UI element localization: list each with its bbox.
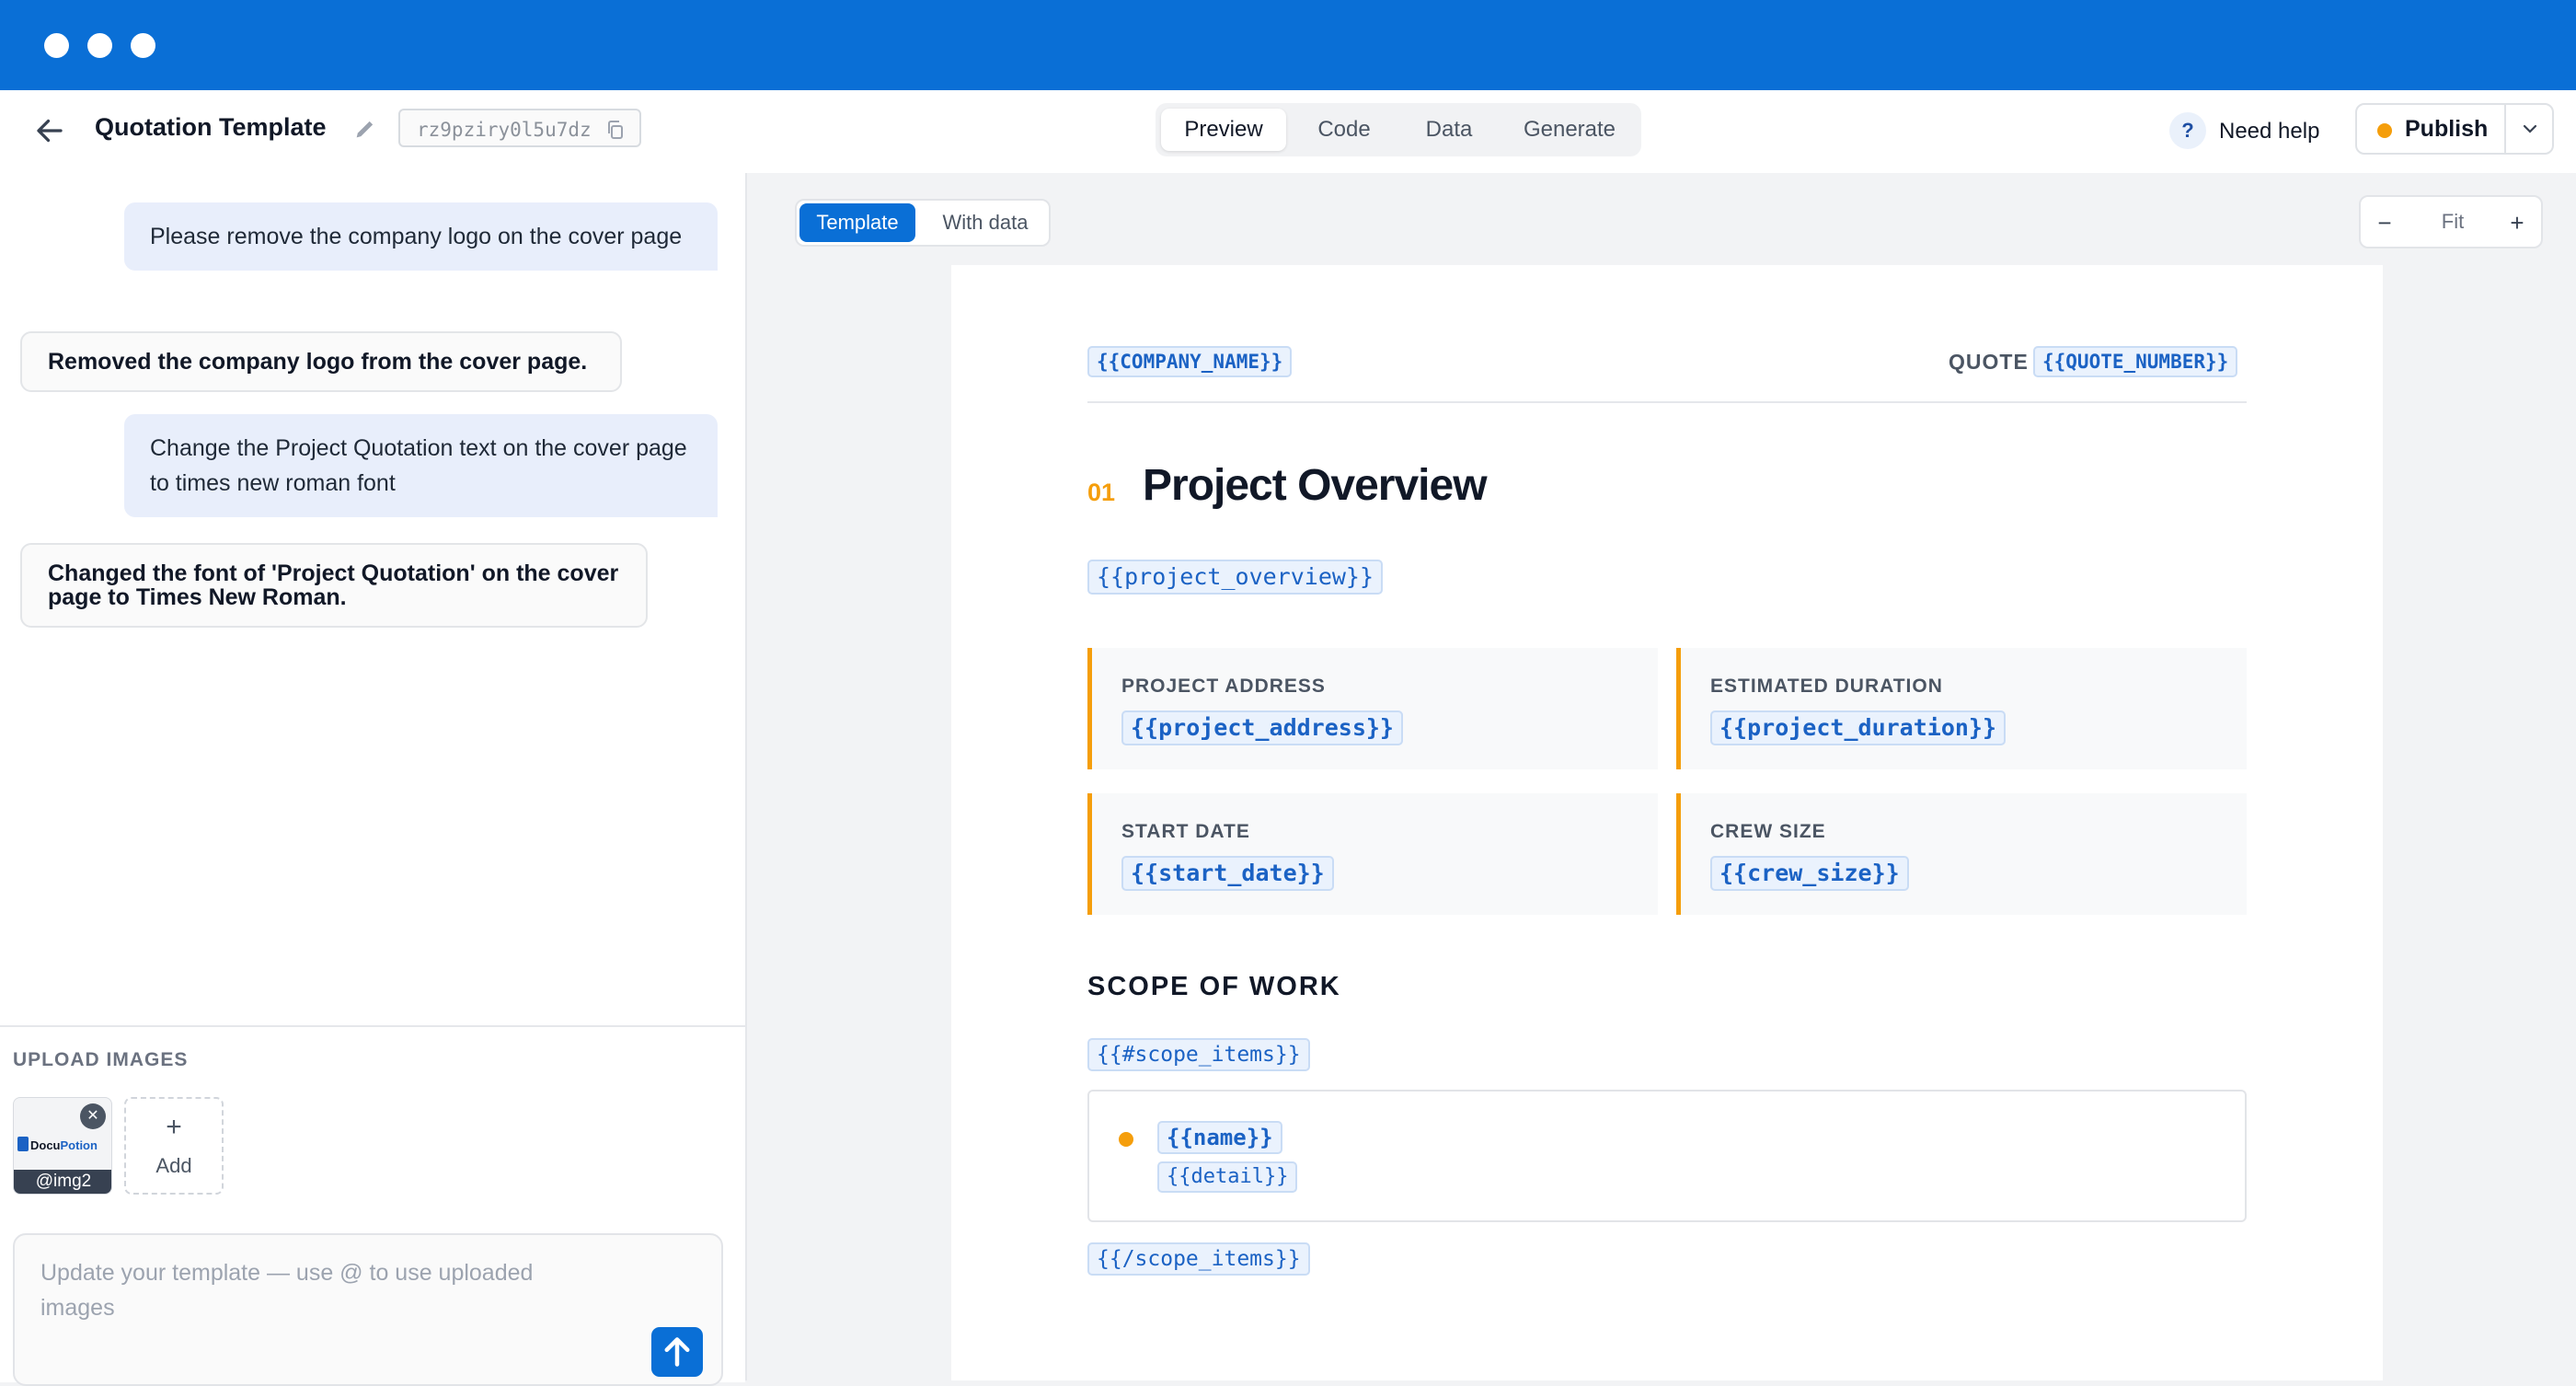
template-title: Quotation Template bbox=[95, 113, 327, 141]
publish-divider bbox=[2504, 105, 2506, 153]
zoom-out-button[interactable]: − bbox=[2368, 206, 2401, 239]
arrow-up-icon bbox=[664, 1337, 690, 1367]
copy-icon[interactable] bbox=[604, 119, 627, 141]
edit-pencil-icon[interactable] bbox=[352, 116, 378, 142]
window-maximize-dot[interactable] bbox=[131, 33, 155, 58]
prompt-input[interactable]: Update your template — use @ to use uplo… bbox=[13, 1233, 723, 1386]
info-card-project-address: PROJECT ADDRESS {{project_address}} bbox=[1087, 648, 1658, 769]
assistant-message: Changed the font of 'Project Quotation' … bbox=[20, 543, 648, 628]
card-label: START DATE bbox=[1121, 821, 1250, 842]
chevron-down-icon[interactable] bbox=[2519, 118, 2541, 140]
uploaded-image-thumbnail[interactable]: DocuPotion ✕ @img2 bbox=[13, 1097, 112, 1195]
card-value: {{start_date}} bbox=[1121, 856, 1334, 891]
scope-item-detail-placeholder: {{detail}} bbox=[1157, 1161, 1298, 1193]
upload-images-title: UPLOAD IMAGES bbox=[13, 1049, 189, 1070]
header-divider bbox=[1087, 401, 2247, 403]
image-tag: @img2 bbox=[14, 1170, 111, 1194]
app-header: Quotation Template rz9pziry0l5u7dz Previ… bbox=[0, 90, 2576, 175]
scope-item-box: {{name}} {{detail}} bbox=[1087, 1090, 2247, 1222]
need-help-label: Need help bbox=[2219, 119, 2320, 144]
card-value: {{crew_size}} bbox=[1710, 856, 1909, 891]
project-overview-placeholder: {{project_overview}} bbox=[1087, 560, 1384, 595]
preview-mode-toggle: Template With data bbox=[795, 199, 1051, 247]
status-dot-icon bbox=[2377, 123, 2392, 138]
zoom-in-button[interactable]: + bbox=[2501, 206, 2534, 239]
user-message: Please remove the company logo on the co… bbox=[124, 202, 718, 271]
window-close-dot[interactable] bbox=[44, 33, 69, 58]
scope-of-work-heading: SCOPE OF WORK bbox=[1087, 972, 1341, 1001]
card-label: CREW SIZE bbox=[1710, 821, 1826, 842]
section-heading: Project Overview bbox=[1143, 461, 1488, 510]
mode-template-button[interactable]: Template bbox=[799, 203, 915, 242]
add-image-label: Add bbox=[155, 1154, 192, 1177]
company-name-placeholder: {{COMPANY_NAME}} bbox=[1087, 346, 1293, 377]
prompt-placeholder: Update your template — use @ to use uplo… bbox=[40, 1260, 534, 1321]
bullet-icon bbox=[1119, 1132, 1133, 1147]
docupotion-logo: DocuPotion bbox=[17, 1137, 98, 1152]
tab-generate[interactable]: Generate bbox=[1505, 109, 1634, 151]
publish-label: Publish bbox=[2405, 116, 2489, 142]
tab-data[interactable]: Data bbox=[1398, 109, 1500, 151]
card-value: {{project_address}} bbox=[1121, 710, 1403, 745]
assistant-message: Removed the company logo from the cover … bbox=[20, 331, 622, 392]
card-label: PROJECT ADDRESS bbox=[1121, 676, 1326, 697]
help-icon: ? bbox=[2169, 112, 2206, 149]
send-button[interactable] bbox=[651, 1327, 703, 1377]
tab-code[interactable]: Code bbox=[1294, 109, 1395, 151]
quote-number-placeholder: {{QUOTE_NUMBER}} bbox=[2033, 346, 2238, 377]
template-id: rz9pziry0l5u7dz bbox=[417, 119, 592, 141]
add-image-button[interactable]: + Add bbox=[124, 1097, 224, 1195]
back-arrow-icon[interactable] bbox=[33, 114, 66, 147]
info-card-start-date: START DATE {{start_date}} bbox=[1087, 793, 1658, 915]
zoom-controls: − Fit + bbox=[2359, 195, 2543, 248]
window-titlebar bbox=[0, 0, 2576, 90]
svg-text:DocuPotion: DocuPotion bbox=[30, 1138, 98, 1152]
publish-button-group: Publish bbox=[2355, 103, 2554, 155]
plus-icon: + bbox=[166, 1112, 182, 1142]
template-id-chip[interactable]: rz9pziry0l5u7dz bbox=[398, 109, 641, 147]
info-card-estimated-duration: ESTIMATED DURATION {{project_duration}} bbox=[1676, 648, 2247, 769]
view-tabs: Preview Code Data Generate bbox=[1156, 103, 1641, 156]
publish-button[interactable]: Publish bbox=[2357, 105, 2502, 153]
remove-image-icon[interactable]: ✕ bbox=[80, 1103, 106, 1129]
scope-items-open-tag: {{#scope_items}} bbox=[1087, 1038, 1310, 1071]
card-label: ESTIMATED DURATION bbox=[1710, 676, 1943, 697]
document-page: {{COMPANY_NAME}} QUOTE {{QUOTE_NUMBER}} … bbox=[951, 265, 2383, 1380]
scope-items-close-tag: {{/scope_items}} bbox=[1087, 1242, 1310, 1276]
mode-with-data-button[interactable]: With data bbox=[926, 203, 1045, 242]
need-help-button[interactable]: ? Need help bbox=[2169, 110, 2322, 151]
tab-preview[interactable]: Preview bbox=[1161, 109, 1286, 151]
preview-panel: Template With data − Fit + {{COMPANY_NAM… bbox=[747, 173, 2576, 1380]
zoom-fit-button[interactable]: Fit bbox=[2425, 210, 2480, 234]
card-value: {{project_duration}} bbox=[1710, 710, 2007, 745]
section-number: 01 bbox=[1087, 479, 1116, 506]
scope-item-name-placeholder: {{name}} bbox=[1157, 1121, 1282, 1154]
quote-label: QUOTE bbox=[1949, 350, 2029, 374]
window-minimize-dot[interactable] bbox=[87, 33, 112, 58]
chat-panel: Please remove the company logo on the co… bbox=[0, 173, 747, 1386]
user-message: Change the Project Quotation text on the… bbox=[124, 414, 718, 517]
upload-images-section: UPLOAD IMAGES DocuPotion ✕ @img2 + Add U… bbox=[0, 1025, 745, 1386]
info-card-crew-size: CREW SIZE {{crew_size}} bbox=[1676, 793, 2247, 915]
